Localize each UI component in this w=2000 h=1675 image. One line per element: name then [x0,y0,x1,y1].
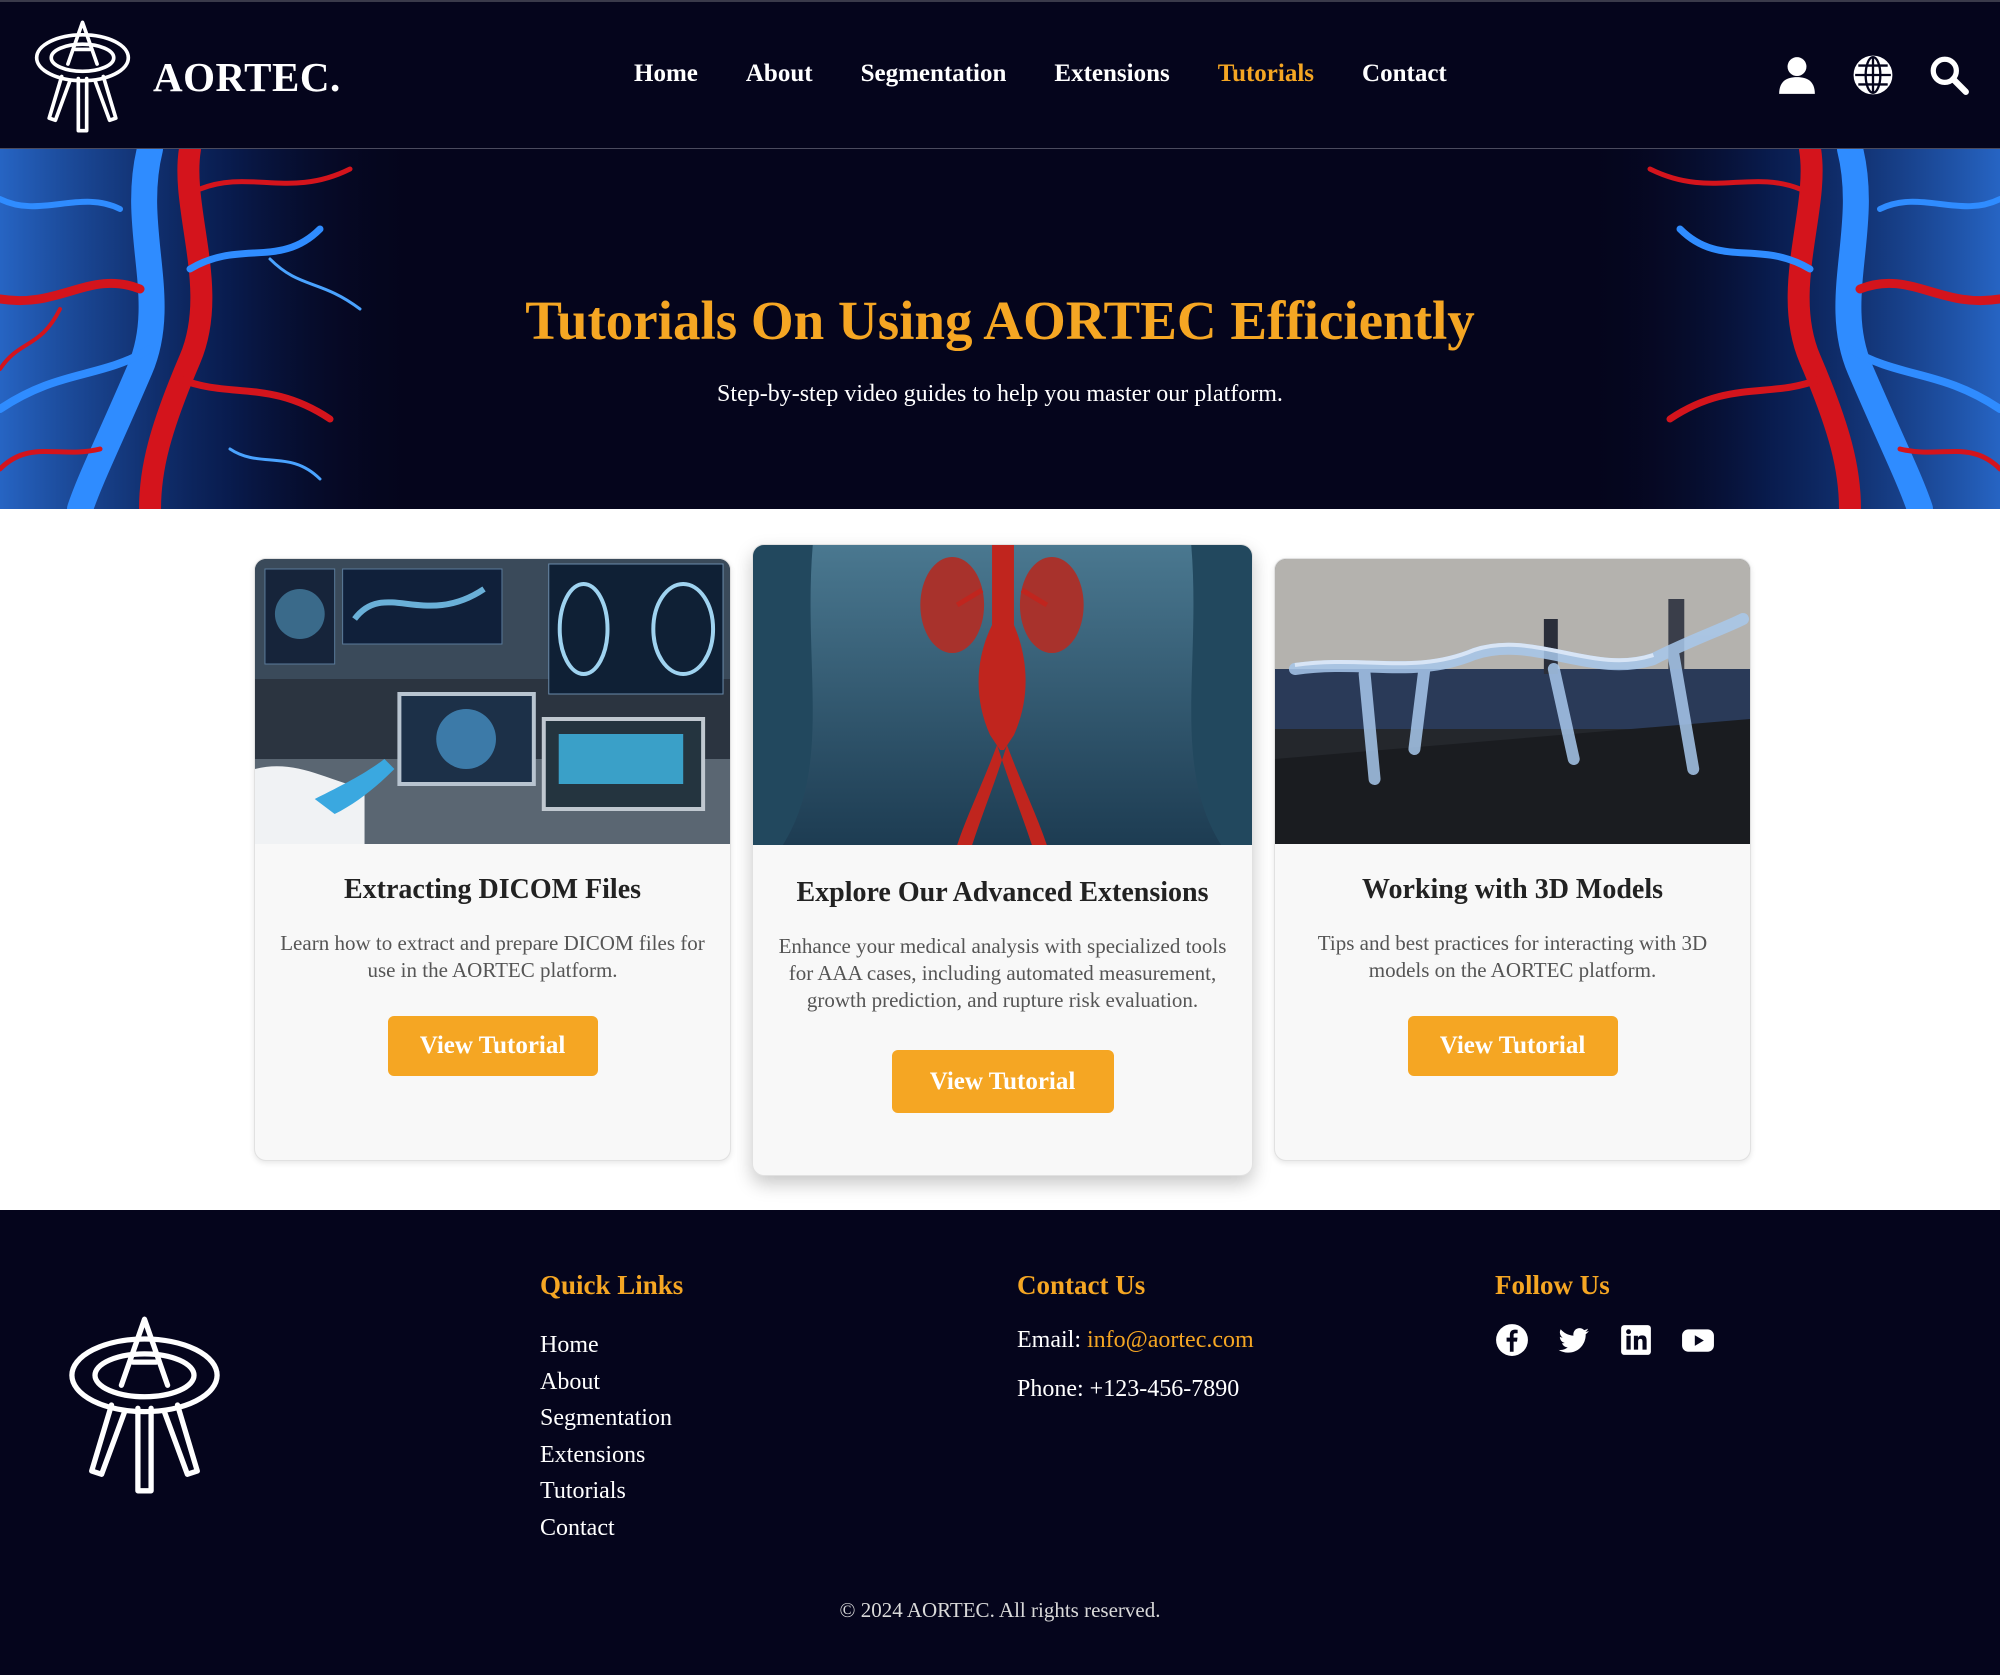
footer-link-home[interactable]: Home [540,1327,683,1364]
phone-label: Phone: [1017,1376,1084,1402]
nav-segmentation[interactable]: Segmentation [861,60,1007,88]
3d-vessel-model-image [1275,559,1750,844]
linkedin-icon[interactable] [1619,1323,1653,1357]
card-title: Extracting DICOM Files [343,874,642,905]
card-description: Tips and best practices for interacting … [1317,931,1708,982]
card-title: Explore Our Advanced Extensions [796,877,1209,908]
email-label: Email: [1017,1327,1081,1353]
email-link[interactable]: info@aortec.com [1087,1327,1254,1353]
aortec-logo-icon [69,1316,220,1494]
phone-number: +123-456-7890 [1089,1376,1240,1402]
hero-banner: Tutorials On Using AORTEC Efficiently St… [0,149,2000,509]
hero-subtitle: Step-by-step video guides to help you ma… [717,381,1283,407]
hero-title: Tutorials On Using AORTEC Efficiently [525,290,1475,351]
email-line: Email: info@aortec.com [1017,1327,1254,1354]
phone-line: Phone: +123-456-7890 [1017,1376,1254,1403]
footer-link-contact[interactable]: Contact [540,1510,683,1547]
social-links [1495,1323,1715,1357]
card-title: Working with 3D Models [1361,874,1664,905]
facebook-icon[interactable] [1495,1323,1529,1357]
card-description: Enhance your medical analysis with speci… [778,934,1227,1012]
globe-icon[interactable] [1852,54,1894,96]
footer-link-tutorials[interactable]: Tutorials [540,1473,683,1510]
site-header: AORTEC. Home About Segmentation Extensio… [0,0,2000,149]
lab-imaging-image [255,559,730,844]
user-icon[interactable] [1776,54,1818,96]
tutorial-card-extensions: Explore Our Advanced Extensions Enhance … [752,544,1253,1176]
view-tutorial-button[interactable]: View Tutorial [387,1016,598,1076]
search-icon[interactable] [1928,54,1970,96]
nav-contact[interactable]: Contact [1362,60,1447,88]
footer-follow: Follow Us [1495,1270,1715,1357]
header-icons [1776,54,1970,96]
nav-extensions[interactable]: Extensions [1054,60,1169,88]
site-footer: Quick Links Home About Segmentation Exte… [0,1210,2000,1675]
aorta-kidney-image [753,545,1252,845]
footer-link-segmentation[interactable]: Segmentation [540,1400,683,1437]
nav-tutorials[interactable]: Tutorials [1218,60,1314,88]
nav-home[interactable]: Home [634,60,698,88]
twitter-icon[interactable] [1557,1323,1591,1357]
quick-links-heading: Quick Links [540,1270,684,1300]
view-tutorial-button[interactable]: View Tutorial [891,1050,1114,1113]
main-nav: Home About Segmentation Extensions Tutor… [634,60,1495,88]
copyright: © 2024 AORTEC. All rights reserved. [839,1598,1161,1622]
card-description: Learn how to extract and prepare DICOM f… [280,931,705,982]
footer-quick-links: Quick Links Home About Segmentation Exte… [540,1270,683,1546]
footer-link-about[interactable]: About [540,1364,683,1401]
brand-name: AORTEC. [153,53,341,100]
nav-about[interactable]: About [746,60,813,88]
brand[interactable]: AORTEC. [30,14,341,139]
aortec-logo-icon [34,20,131,133]
follow-heading: Follow Us [1495,1270,1610,1300]
tutorial-card-3d-models: Working with 3D Models Tips and best pra… [1274,558,1751,1161]
footer-link-extensions[interactable]: Extensions [540,1437,683,1474]
contact-heading: Contact Us [1017,1270,1146,1300]
tutorial-card-dicom: Extracting DICOM Files Learn how to extr… [254,558,731,1161]
view-tutorial-button[interactable]: View Tutorial [1407,1016,1618,1076]
footer-contact: Contact Us Email: info@aortec.com Phone:… [1017,1270,1254,1425]
youtube-icon[interactable] [1681,1323,1715,1357]
